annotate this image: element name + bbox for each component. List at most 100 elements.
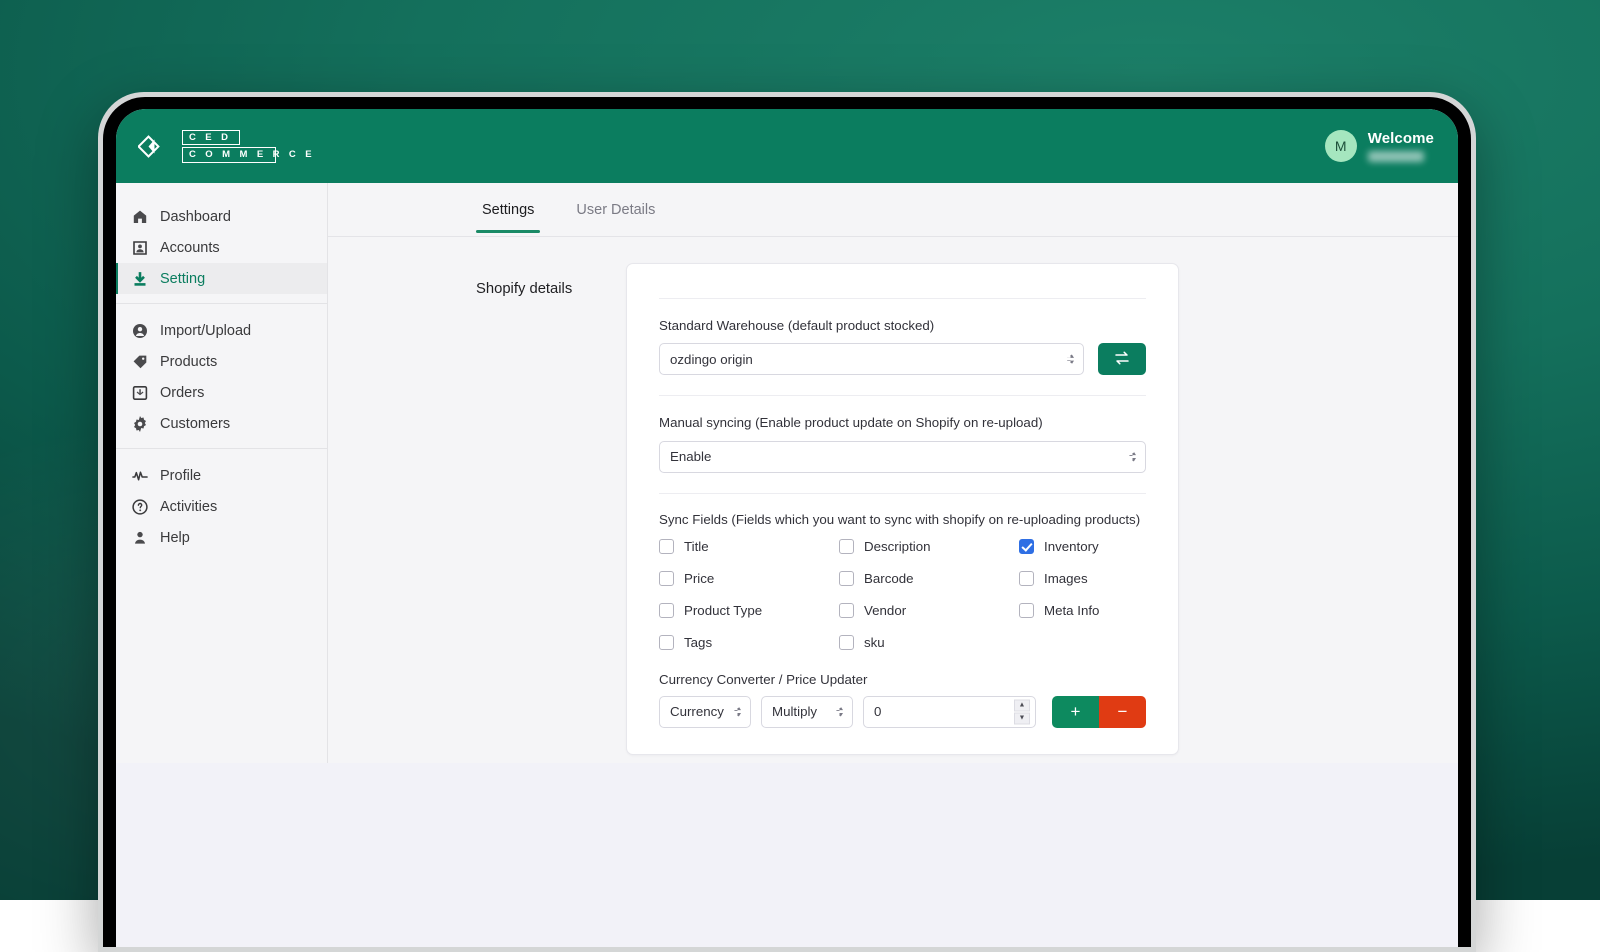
tab-user-details[interactable]: User Details bbox=[570, 187, 661, 232]
contact-card-icon bbox=[132, 240, 148, 256]
welcome-label: Welcome bbox=[1368, 130, 1434, 147]
checkbox-checked-icon[interactable] bbox=[1019, 539, 1034, 554]
divider-mid bbox=[659, 395, 1146, 396]
manual-syncing-select-wrap: Enable bbox=[659, 441, 1146, 473]
sidebar-item-label: Profile bbox=[160, 468, 201, 484]
sync-field-price[interactable]: Price bbox=[659, 571, 839, 586]
sync-field-label: Title bbox=[684, 539, 709, 554]
sidebar-item-label: Help bbox=[160, 530, 190, 546]
warehouse-label: Standard Warehouse (default product stoc… bbox=[659, 317, 1146, 334]
person-icon bbox=[132, 530, 148, 546]
sidebar-item-setting[interactable]: Setting bbox=[116, 263, 327, 294]
panel-content: Shopify details Standard Warehouse (defa… bbox=[328, 237, 1458, 755]
brand-wordmark: C E D C O M M E R C E bbox=[182, 130, 276, 163]
sync-field-tags[interactable]: Tags bbox=[659, 635, 839, 650]
sidebar-item-products[interactable]: Products bbox=[116, 346, 327, 377]
brand-logo[interactable]: C E D C O M M E R C E bbox=[138, 130, 276, 163]
sidebar-item-label: Products bbox=[160, 354, 217, 370]
checkbox-icon[interactable] bbox=[659, 571, 674, 586]
sidebar-item-help[interactable]: Help bbox=[116, 522, 327, 553]
username-redacted bbox=[1368, 151, 1424, 162]
exchange-arrows-icon bbox=[1113, 349, 1131, 370]
avatar: M bbox=[1325, 130, 1357, 162]
welcome-block: Welcome bbox=[1368, 130, 1434, 161]
sync-field-images[interactable]: Images bbox=[1019, 571, 1146, 586]
inbox-download-icon bbox=[132, 385, 148, 401]
checkbox-icon[interactable] bbox=[839, 539, 854, 554]
sidebar-item-label: Setting bbox=[160, 271, 205, 287]
sidebar-item-customers[interactable]: Customers bbox=[116, 408, 327, 439]
tab-bar: Settings User Details bbox=[328, 183, 1458, 237]
sidebar-item-orders[interactable]: Orders bbox=[116, 377, 327, 408]
currency-converter-row: Currency Multiply bbox=[659, 696, 1146, 728]
operation-select-wrap: Multiply bbox=[761, 696, 853, 728]
sync-field-label: Product Type bbox=[684, 603, 762, 618]
sidebar: Dashboard Accounts Setting Import/Upload Pro… bbox=[116, 183, 328, 763]
manual-syncing-label: Manual syncing (Enable product update on… bbox=[659, 414, 1146, 431]
currency-select[interactable]: Currency bbox=[659, 696, 751, 728]
sidebar-item-label: Import/Upload bbox=[160, 323, 251, 339]
sync-field-vendor[interactable]: Vendor bbox=[839, 603, 1019, 618]
sidebar-item-accounts[interactable]: Accounts bbox=[116, 232, 327, 263]
amount-input[interactable] bbox=[863, 696, 1036, 728]
main-panel: Settings User Details Shopify details St… bbox=[328, 183, 1458, 763]
manual-syncing-row: Enable bbox=[659, 441, 1146, 473]
sync-field-label: Vendor bbox=[864, 603, 906, 618]
header-user[interactable]: M Welcome bbox=[1325, 130, 1434, 162]
checkbox-icon[interactable] bbox=[839, 603, 854, 618]
question-circle-icon bbox=[132, 499, 148, 515]
pulse-icon bbox=[132, 468, 148, 484]
checkbox-icon[interactable] bbox=[839, 635, 854, 650]
warehouse-row: ozdingo origin bbox=[659, 343, 1146, 375]
settings-card: Standard Warehouse (default product stoc… bbox=[626, 263, 1179, 755]
checkbox-icon[interactable] bbox=[659, 635, 674, 650]
sync-field-label: Description bbox=[864, 539, 931, 554]
stepper-down-icon[interactable]: ▼ bbox=[1014, 712, 1030, 724]
gear-icon bbox=[132, 416, 148, 432]
sync-field-description[interactable]: Description bbox=[839, 539, 1019, 554]
add-currency-rule-button[interactable]: + bbox=[1052, 696, 1099, 728]
sidebar-item-import-upload[interactable]: Import/Upload bbox=[116, 315, 327, 346]
amount-stepper[interactable]: ▲ ▼ bbox=[1014, 699, 1030, 724]
sync-field-product-type[interactable]: Product Type bbox=[659, 603, 839, 618]
app-header: C E D C O M M E R C E M Welcome bbox=[116, 109, 1458, 183]
sync-field-label: Barcode bbox=[864, 571, 914, 586]
sidebar-item-activities[interactable]: Activities bbox=[116, 491, 327, 522]
currency-action-buttons: + − bbox=[1052, 696, 1146, 728]
sync-field-inventory[interactable]: Inventory bbox=[1019, 539, 1146, 554]
checkbox-icon[interactable] bbox=[659, 539, 674, 554]
warehouse-select[interactable]: ozdingo origin bbox=[659, 343, 1084, 375]
brand-line-bottom: C O M M E R C E bbox=[182, 147, 276, 163]
sync-field-sku[interactable]: sku bbox=[839, 635, 1019, 650]
tag-icon bbox=[132, 354, 148, 370]
divider-lower bbox=[659, 493, 1146, 494]
sync-field-title[interactable]: Title bbox=[659, 539, 839, 554]
checkbox-icon[interactable] bbox=[1019, 571, 1034, 586]
sync-warehouse-button[interactable] bbox=[1098, 343, 1146, 375]
sidebar-group-1: Import/Upload Products OrdersCustomers bbox=[116, 303, 327, 443]
warehouse-select-wrap: ozdingo origin bbox=[659, 343, 1084, 375]
tab-settings[interactable]: Settings bbox=[476, 187, 540, 232]
sync-field-label: sku bbox=[864, 635, 885, 650]
stepper-up-icon[interactable]: ▲ bbox=[1014, 699, 1030, 711]
sidebar-group-0: Dashboard Accounts Setting bbox=[116, 197, 327, 298]
sidebar-item-dashboard[interactable]: Dashboard bbox=[116, 201, 327, 232]
sync-field-empty-cell bbox=[1019, 635, 1146, 650]
sync-field-label: Meta Info bbox=[1044, 603, 1099, 618]
sidebar-item-label: Dashboard bbox=[160, 209, 231, 225]
operation-select[interactable]: Multiply bbox=[761, 696, 853, 728]
sidebar-group-2: Profile Activities Help bbox=[116, 448, 327, 557]
section-title: Shopify details bbox=[328, 263, 626, 755]
remove-currency-rule-button[interactable]: − bbox=[1099, 696, 1146, 728]
checkbox-icon[interactable] bbox=[839, 571, 854, 586]
checkbox-icon[interactable] bbox=[659, 603, 674, 618]
sync-field-barcode[interactable]: Barcode bbox=[839, 571, 1019, 586]
manual-syncing-select[interactable]: Enable bbox=[659, 441, 1146, 473]
sidebar-item-profile[interactable]: Profile bbox=[116, 460, 327, 491]
sync-field-meta-info[interactable]: Meta Info bbox=[1019, 603, 1146, 618]
amount-field-wrap: ▲ ▼ bbox=[863, 696, 1036, 728]
sync-fields-grid: Title Description Inventory Price Barcode Ima… bbox=[659, 539, 1146, 650]
checkbox-icon[interactable] bbox=[1019, 603, 1034, 618]
download-icon bbox=[132, 271, 148, 287]
device-bezel: C E D C O M M E R C E M Welcome Dashboar… bbox=[103, 97, 1471, 947]
